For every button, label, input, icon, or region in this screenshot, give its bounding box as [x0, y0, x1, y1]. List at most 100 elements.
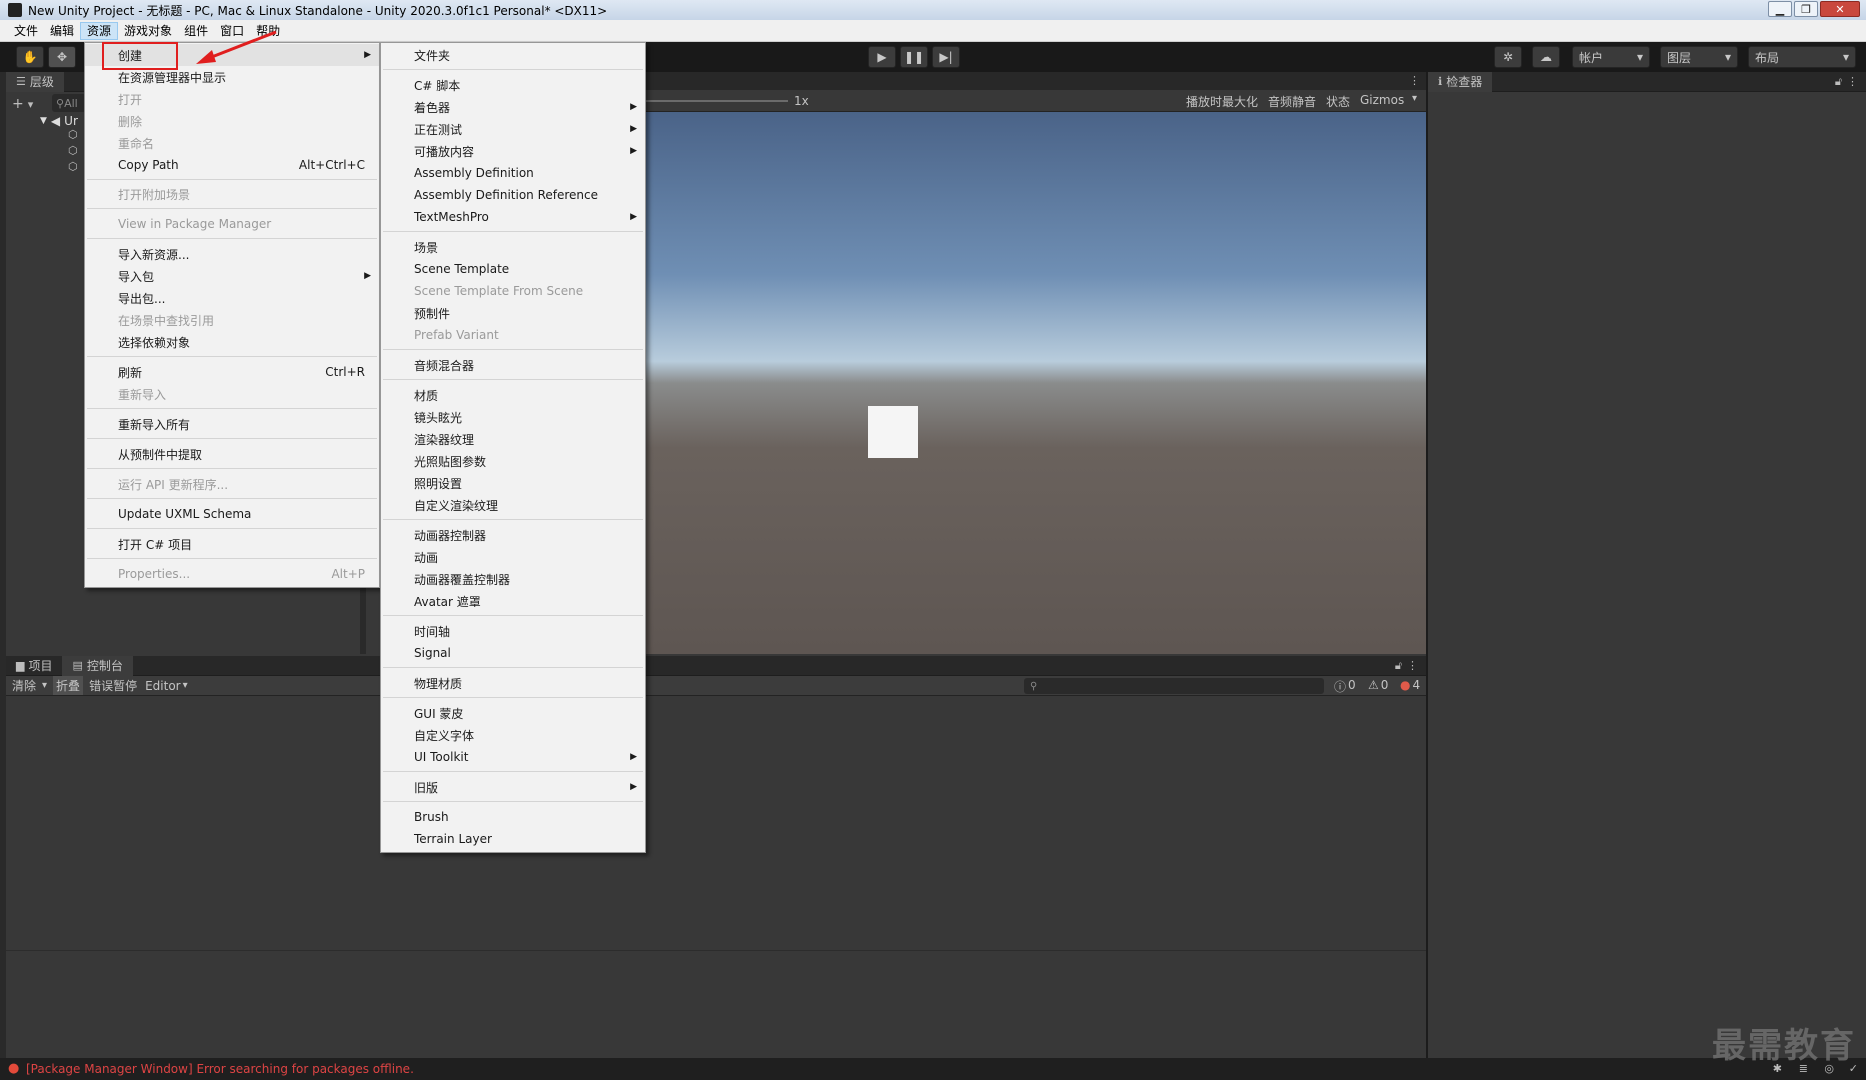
error-pause-toggle[interactable]: 错误暂停: [89, 677, 137, 694]
menu-item-scene[interactable]: 场景: [381, 236, 645, 258]
cube-object[interactable]: [868, 406, 918, 458]
menu-item-custom-font[interactable]: 自定义字体: [381, 724, 645, 746]
menu-item-brush[interactable]: Brush: [381, 806, 645, 828]
menu-item-export-package[interactable]: 导出包...: [85, 287, 379, 309]
menu-item-prefab[interactable]: 预制件: [381, 302, 645, 324]
hand-tool-button[interactable]: ✋: [16, 46, 44, 68]
lock-icon[interactable]: 🔓︎: [1395, 659, 1402, 673]
collab-button[interactable]: ✲: [1494, 46, 1522, 68]
menu-item-lens-flare[interactable]: 镜头眩光: [381, 406, 645, 428]
maximize-on-play-toggle[interactable]: 播放时最大化: [1186, 93, 1258, 110]
menu-item-scene-template[interactable]: Scene Template: [381, 258, 645, 280]
menu-gameobject[interactable]: 游戏对象: [118, 22, 178, 40]
scale-slider[interactable]: [646, 100, 788, 102]
tab-inspector[interactable]: ℹ 检查器: [1428, 71, 1493, 92]
status-message[interactable]: [Package Manager Window] Error searching…: [26, 1062, 414, 1076]
tab-console[interactable]: ▤ 控制台: [62, 655, 133, 676]
mute-audio-toggle[interactable]: 音频静音: [1268, 93, 1316, 110]
menu-item-signal[interactable]: Signal: [381, 642, 645, 664]
menu-item-assembly-definition[interactable]: Assembly Definition: [381, 162, 645, 184]
menu-item-prefab-variant[interactable]: Prefab Variant: [381, 324, 645, 346]
lock-icon[interactable]: 🔓︎: [1835, 75, 1842, 89]
chevron-down-icon[interactable]: ▾: [42, 680, 47, 691]
menu-item-animator-override-controller[interactable]: 动画器覆盖控制器: [381, 568, 645, 590]
stats-toggle[interactable]: 状态: [1326, 93, 1350, 110]
editor-dropdown[interactable]: Editor: [145, 679, 181, 693]
menu-item-render-texture[interactable]: 渲染器纹理: [381, 428, 645, 450]
move-tool-button[interactable]: ✥: [48, 46, 76, 68]
menu-item-open-csharp-project[interactable]: 打开 C# 项目: [85, 533, 379, 555]
warning-count[interactable]: ⚠ 0: [1368, 678, 1388, 692]
menu-item-import-new-asset[interactable]: 导入新资源...: [85, 243, 379, 265]
minimize-icon[interactable]: ▁: [1768, 1, 1792, 17]
menu-item-rename[interactable]: 重命名: [85, 132, 379, 154]
menu-item-import-package[interactable]: 导入包 ▶: [85, 265, 379, 287]
menu-item-gui-skin[interactable]: GUI 蒙皮: [381, 702, 645, 724]
menu-item-assembly-definition-reference[interactable]: Assembly Definition Reference: [381, 184, 645, 206]
tab-project[interactable]: ▆ 项目: [6, 656, 62, 676]
menu-item-ui-toolkit[interactable]: UI Toolkit ▶: [381, 746, 645, 768]
menu-item-avatar-mask[interactable]: Avatar 遮罩: [381, 590, 645, 612]
hierarchy-search-input[interactable]: ⚲ All: [52, 94, 86, 112]
menu-item-reimport[interactable]: 重新导入: [85, 383, 379, 405]
gameobject-icon[interactable]: ⬡: [68, 128, 78, 141]
menu-item-custom-render-texture[interactable]: 自定义渲染纹理: [381, 494, 645, 516]
menu-item-material[interactable]: 材质: [381, 384, 645, 406]
menu-item-lighting-settings[interactable]: 照明设置: [381, 472, 645, 494]
play-button[interactable]: ▶: [868, 46, 896, 68]
game-viewport[interactable]: [646, 112, 1426, 654]
more-vertical-icon[interactable]: ⋮: [1407, 659, 1418, 672]
menu-item-reimport-all[interactable]: 重新导入所有: [85, 413, 379, 435]
info-count[interactable]: ⓘ 0: [1334, 678, 1356, 695]
menu-item-open-additive-scene[interactable]: 打开附加场景: [85, 183, 379, 205]
menu-item-refresh[interactable]: 刷新 Ctrl+R: [85, 361, 379, 383]
maximize-icon[interactable]: ❐: [1794, 1, 1818, 17]
cloud-button[interactable]: ☁: [1532, 46, 1560, 68]
close-icon[interactable]: ✕: [1820, 1, 1860, 17]
menu-item-open[interactable]: 打开: [85, 88, 379, 110]
collapse-toggle[interactable]: 折叠: [53, 676, 84, 695]
gameobject-icon[interactable]: ⬡: [68, 160, 78, 173]
menu-item-properties[interactable]: Properties... Alt+P: [85, 563, 379, 585]
menu-item-delete[interactable]: 删除: [85, 110, 379, 132]
menu-item-update-uxml-schema[interactable]: Update UXML Schema: [85, 503, 379, 525]
pause-button[interactable]: ❚❚: [900, 46, 928, 68]
more-vertical-icon[interactable]: ⋮: [1847, 75, 1858, 88]
menu-item-view-in-package-manager[interactable]: View in Package Manager: [85, 213, 379, 235]
tab-hierarchy[interactable]: ☰ 层级: [6, 71, 64, 92]
menu-item-extract-from-prefab[interactable]: 从预制件中提取: [85, 443, 379, 465]
layout-dropdown[interactable]: 布局 ▾: [1748, 46, 1856, 68]
menu-item-copy-path[interactable]: Copy Path Alt+Ctrl+C: [85, 154, 379, 176]
console-search-input[interactable]: ⚲: [1024, 678, 1324, 694]
menu-item-legacy[interactable]: 旧版 ▶: [381, 776, 645, 798]
layers-dropdown[interactable]: 图层 ▾: [1660, 46, 1738, 68]
menu-file[interactable]: 文件: [8, 22, 44, 40]
chevron-down-icon[interactable]: ▾: [183, 680, 188, 691]
menu-item-audio-mixer[interactable]: 音频混合器: [381, 354, 645, 376]
menu-item-physic-material[interactable]: 物理材质: [381, 672, 645, 694]
chevron-down-icon[interactable]: ▾: [1412, 93, 1417, 104]
menu-item-animator-controller[interactable]: 动画器控制器: [381, 524, 645, 546]
error-count[interactable]: ● 4: [1400, 678, 1420, 692]
menu-edit[interactable]: 编辑: [44, 22, 80, 40]
hierarchy-scrollbar[interactable]: [360, 580, 366, 654]
menu-item-terrain-layer[interactable]: Terrain Layer: [381, 828, 645, 850]
menu-item-testing[interactable]: 正在测试 ▶: [381, 118, 645, 140]
clear-button[interactable]: 清除: [12, 677, 36, 694]
menu-item-lightmap-parameters[interactable]: 光照贴图参数: [381, 450, 645, 472]
gameobject-icon[interactable]: ⬡: [68, 144, 78, 157]
menu-item-run-api-updater[interactable]: 运行 API 更新程序...: [85, 473, 379, 495]
menu-item-animation[interactable]: 动画: [381, 546, 645, 568]
menu-item-csharp-script[interactable]: C# 脚本: [381, 74, 645, 96]
more-vertical-icon[interactable]: ⋮: [1409, 74, 1420, 87]
menu-item-scene-template-from-scene[interactable]: Scene Template From Scene: [381, 280, 645, 302]
menu-item-textmeshpro[interactable]: TextMeshPro ▶: [381, 206, 645, 228]
menu-assets[interactable]: 资源: [80, 21, 119, 40]
menu-item-folder[interactable]: 文件夹: [381, 44, 645, 66]
account-dropdown[interactable]: 帐户 ▾: [1572, 46, 1650, 68]
menu-item-timeline[interactable]: 时间轴: [381, 620, 645, 642]
menu-item-shader[interactable]: 着色器 ▶: [381, 96, 645, 118]
menu-item-select-dependencies[interactable]: 选择依赖对象: [85, 331, 379, 353]
step-button[interactable]: ▶|: [932, 46, 960, 68]
menu-item-find-references[interactable]: 在场景中查找引用: [85, 309, 379, 331]
